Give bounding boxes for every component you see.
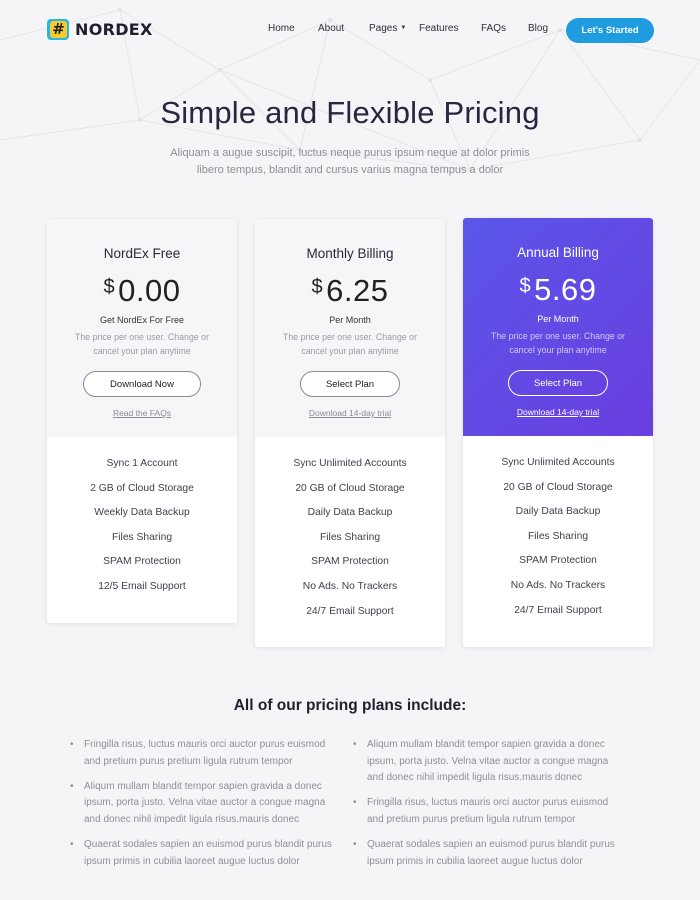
nav-pages[interactable]: Pages ▼	[369, 23, 406, 34]
feature-item: Files Sharing	[111, 531, 173, 543]
nav-faqs[interactable]: FAQs	[481, 23, 506, 34]
includes-list-left: Fringilla risus, luctus mauris orci auct…	[70, 737, 342, 879]
feature-item: SPAM Protection	[311, 556, 389, 568]
list-item: Fringilla risus, luctus mauris orci auct…	[353, 795, 625, 828]
nav-pages-label: Pages	[369, 23, 398, 34]
select-plan-button[interactable]: Select Plan	[300, 371, 400, 397]
currency-symbol: $	[519, 275, 532, 297]
select-plan-button[interactable]: Select Plan	[508, 370, 608, 396]
logo-icon: #	[47, 19, 69, 40]
feature-item: Files Sharing	[527, 530, 589, 542]
feature-item: No Ads. No Trackers	[510, 579, 606, 591]
pricing-card-header: NordEx Free $0.00 Get NordEx For Free Th…	[47, 219, 237, 437]
includes-list-right: Aliqum mullam blandit tempor sapien grav…	[353, 737, 625, 879]
nav-home[interactable]: Home	[268, 23, 295, 34]
includes-title: All of our pricing plans include:	[233, 697, 467, 714]
feature-item: No Ads. No Trackers	[302, 580, 398, 592]
currency-symbol: $	[311, 276, 324, 298]
plan-price: $5.69	[463, 272, 653, 308]
download-trial-link[interactable]: Download 14-day trial	[255, 408, 445, 418]
feature-item: Files Sharing	[319, 531, 381, 543]
plan-period: Per Month	[329, 315, 371, 325]
feature-item: 24/7 Email Support	[306, 605, 394, 617]
pricing-card-header: Monthly Billing $6.25 Per Month The pric…	[255, 219, 445, 437]
feature-item: Weekly Data Backup	[94, 507, 190, 519]
feature-item: Sync 1 Account	[106, 458, 178, 469]
list-item: Fringilla risus, luctus mauris orci auct…	[70, 737, 342, 770]
price-value: 5.69	[534, 272, 597, 307]
feature-item: SPAM Protection	[519, 555, 597, 567]
price-value: 6.25	[326, 273, 389, 308]
site-header: # NORDEX Home About Pages ▼ Features FAQs…	[0, 0, 700, 62]
currency-symbol: $	[103, 276, 116, 298]
list-item: Quaerat sodales sapien an euismod purus …	[70, 837, 342, 870]
nav-blog[interactable]: Blog	[528, 23, 548, 34]
feature-item: Daily Data Backup	[307, 507, 393, 519]
feature-item: 12/5 Email Support	[98, 580, 186, 592]
plan-price: $0.00	[47, 273, 237, 309]
plan-name: NordEx Free	[103, 246, 181, 261]
hero-section: Simple and Flexible Pricing Aliquam a au…	[0, 95, 700, 179]
nav-about[interactable]: About	[318, 23, 344, 34]
nav-features[interactable]: Features	[419, 23, 458, 34]
pricing-card-monthly: Monthly Billing $6.25 Per Month The pric…	[255, 219, 445, 647]
price-value: 0.00	[118, 273, 181, 308]
feature-list: Sync 1 Account 2 GB of Cloud Storage Wee…	[47, 437, 237, 605]
feature-item: Daily Data Backup	[515, 506, 601, 518]
read-faqs-link[interactable]: Read the FAQs	[47, 408, 237, 418]
logo[interactable]: # NORDEX	[47, 19, 153, 40]
page-title: Simple and Flexible Pricing	[160, 95, 540, 130]
page-subtitle: Aliquam a augue suscipit, luctus neque p…	[170, 147, 530, 176]
pricing-card-free: NordEx Free $0.00 Get NordEx For Free Th…	[47, 219, 237, 623]
list-item: Aliqum mullam blandit tempor sapien grav…	[70, 779, 342, 829]
feature-item: Sync Unlimited Accounts	[293, 458, 407, 469]
download-now-button[interactable]: Download Now	[83, 371, 201, 397]
plan-description: The price per one user. Change or cancel…	[283, 332, 417, 356]
feature-item: SPAM Protection	[103, 556, 181, 568]
plan-name: Monthly Billing	[306, 246, 394, 261]
feature-item: 2 GB of Cloud Storage	[90, 482, 194, 494]
plan-period: Per Month	[537, 314, 579, 324]
pricing-card-annual: Annual Billing $5.69 Per Month The price…	[463, 218, 653, 647]
plan-price: $6.25	[255, 273, 445, 309]
feature-item: 20 GB of Cloud Storage	[503, 481, 613, 493]
feature-item: Sync Unlimited Accounts	[501, 457, 615, 468]
list-item: Aliqum mullam blandit tempor sapien grav…	[353, 737, 625, 787]
feature-list: Sync Unlimited Accounts 20 GB of Cloud S…	[463, 436, 653, 628]
plan-description: The price per one user. Change or cancel…	[491, 331, 625, 355]
plan-description: The price per one user. Change or cancel…	[75, 332, 209, 356]
chevron-down-icon: ▼	[400, 25, 407, 31]
pricing-card-header: Annual Billing $5.69 Per Month The price…	[463, 218, 653, 436]
feature-item: 20 GB of Cloud Storage	[295, 482, 405, 494]
cta-button[interactable]: Let's Started	[566, 18, 654, 43]
feature-list: Sync Unlimited Accounts 20 GB of Cloud S…	[255, 437, 445, 629]
feature-item: 24/7 Email Support	[514, 604, 602, 616]
logo-text: NORDEX	[75, 20, 153, 39]
plan-period: Get NordEx For Free	[99, 315, 185, 325]
list-item: Quaerat sodales sapien an euismod purus …	[353, 837, 625, 870]
download-trial-link[interactable]: Download 14-day trial	[463, 407, 653, 417]
plan-name: Annual Billing	[517, 245, 599, 260]
